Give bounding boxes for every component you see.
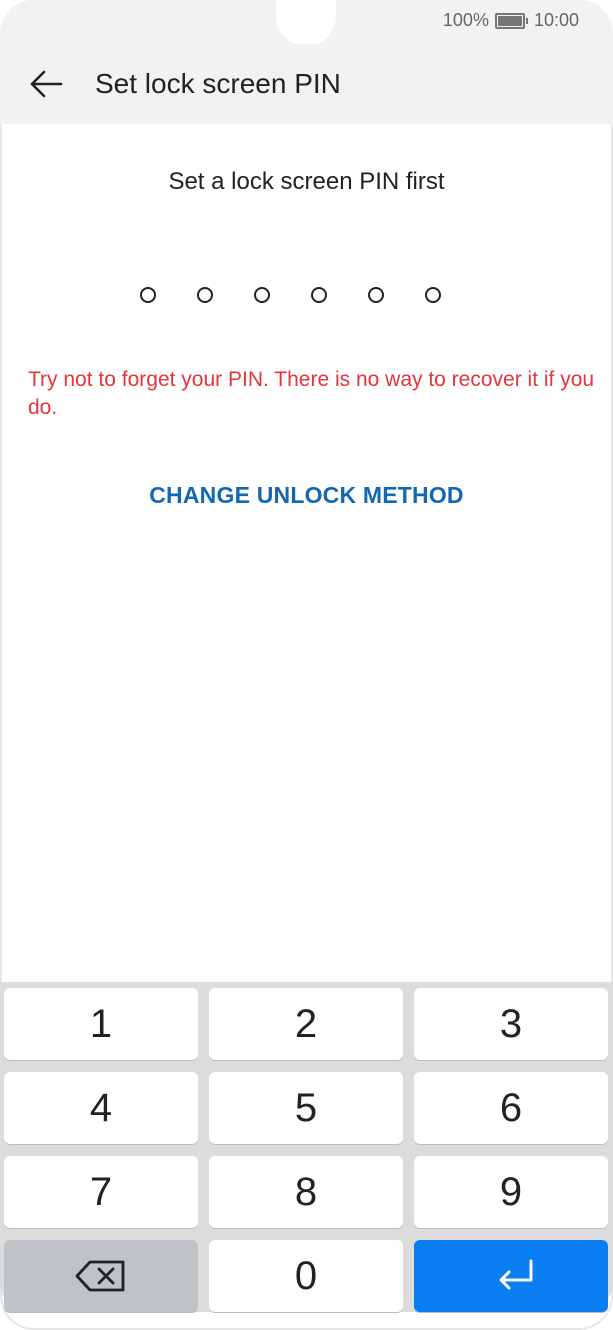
key-7[interactable]: 7 (4, 1156, 198, 1228)
key-5[interactable]: 5 (209, 1072, 403, 1144)
battery-percentage: 100% (442, 10, 489, 30)
pin-dot (425, 287, 441, 303)
clock: 10:00 (533, 10, 579, 30)
pin-dot (140, 287, 156, 303)
key-9[interactable]: 9 (414, 1156, 608, 1228)
key-2[interactable]: 2 (209, 988, 403, 1060)
backspace-key[interactable] (4, 1240, 198, 1312)
backspace-icon (75, 1260, 125, 1292)
camera-notch (276, 0, 336, 46)
change-unlock-method-link[interactable]: CHANGE UNLOCK METHOD (0, 482, 613, 509)
pin-dot (368, 287, 384, 303)
enter-key[interactable] (414, 1240, 608, 1312)
key-4[interactable]: 4 (4, 1072, 198, 1144)
pin-dot (254, 287, 270, 303)
pin-dot (197, 287, 213, 303)
enter-icon (499, 1259, 533, 1290)
pin-dot (311, 287, 327, 303)
back-arrow-icon (30, 70, 63, 98)
app-bar: Set lock screen PIN (0, 44, 613, 124)
key-3[interactable]: 3 (414, 988, 608, 1060)
back-button[interactable] (22, 62, 70, 106)
key-8[interactable]: 8 (209, 1156, 403, 1228)
pin-dots (140, 287, 441, 303)
key-6[interactable]: 6 (414, 1072, 608, 1144)
pin-warning: Try not to forget your PIN. There is no … (28, 368, 595, 419)
status-indicators: 100% 10:00 (443, 10, 579, 31)
phone-screen: 100% 10:00 Set lock screen PIN Set a loc… (0, 0, 613, 1330)
numeric-keypad: 1 2 3 4 5 6 7 8 9 0 (0, 982, 613, 1312)
key-0[interactable]: 0 (209, 1240, 403, 1312)
pin-instruction: Set a lock screen PIN first (168, 168, 445, 195)
page-title: Set lock screen PIN (95, 68, 341, 99)
status-bar: 100% 10:00 (0, 0, 613, 46)
battery-icon (494, 12, 528, 29)
key-1[interactable]: 1 (4, 988, 198, 1060)
